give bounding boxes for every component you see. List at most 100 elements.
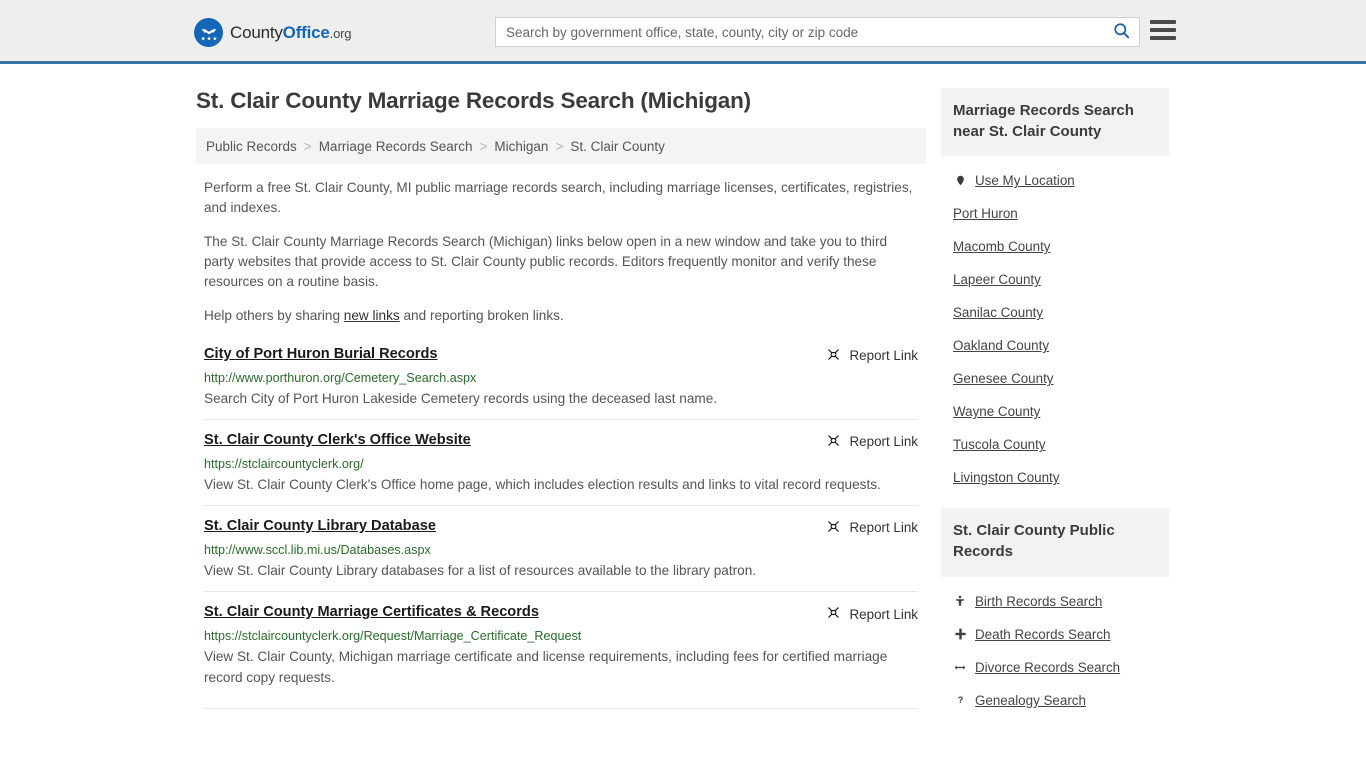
- breadcrumb-item-michigan[interactable]: Michigan: [494, 139, 548, 154]
- sidebar-item-divorce-records-search[interactable]: Divorce Records Search: [945, 651, 1165, 684]
- result-header: City of Port Huron Burial Records Re: [204, 346, 918, 365]
- search-icon: [1112, 21, 1131, 43]
- sidebar-item-death-records-search[interactable]: Death Records Search: [945, 618, 1165, 651]
- public-records-panel: St. Clair County Public Records Birth Re…: [941, 508, 1169, 716]
- logo-text-tld: .org: [330, 26, 352, 41]
- sidebar-item-genesee-county[interactable]: Genesee County: [945, 362, 1165, 395]
- breadcrumb-separator: >: [480, 139, 488, 154]
- breadcrumb: Public Records > Marriage Records Search…: [196, 128, 926, 164]
- result-item: St. Clair County Clerk's Office Website: [204, 419, 918, 505]
- report-link-label: Report Link: [850, 434, 918, 449]
- result-title-link[interactable]: St. Clair County Marriage Certificates &…: [204, 604, 539, 620]
- result-item: St. Clair County Library Database Re: [204, 505, 918, 591]
- result-description: View St. Clair County Clerk's Office hom…: [204, 474, 918, 495]
- breadcrumb-item-st-clair-county[interactable]: St. Clair County: [570, 139, 665, 154]
- sidebar-link-label[interactable]: Port Huron: [953, 206, 1018, 221]
- public-records-heading: St. Clair County Public Records: [941, 508, 1169, 576]
- sidebar-item-sanilac-county[interactable]: Sanilac County: [945, 296, 1165, 329]
- sidebar-link-label[interactable]: Sanilac County: [953, 305, 1043, 320]
- nearby-searches-list: Use My Location Port Huron Macomb County…: [941, 156, 1169, 494]
- sidebar-item-birth-records-search[interactable]: Birth Records Search: [945, 585, 1165, 618]
- sidebar-link-label[interactable]: Divorce Records Search: [975, 660, 1120, 675]
- result-url: https://stclaircountyclerk.org/: [204, 457, 918, 471]
- result-url: http://www.sccl.lib.mi.us/Databases.aspx: [204, 543, 918, 557]
- sidebar-item-lapeer-county[interactable]: Lapeer County: [945, 263, 1165, 296]
- sidebar-item-oakland-county[interactable]: Oakland County: [945, 329, 1165, 362]
- report-link-button[interactable]: Report Link: [826, 605, 918, 623]
- hamburger-bar: [1150, 36, 1176, 40]
- result-title-link[interactable]: City of Port Huron Burial Records: [204, 346, 438, 362]
- cross-icon: [953, 627, 967, 641]
- results-bottom-divider: [204, 708, 918, 709]
- broken-link-icon: [826, 519, 841, 537]
- question-mark-icon: ?: [953, 693, 967, 707]
- report-link-button[interactable]: Report Link: [826, 433, 918, 451]
- sidebar-link-label[interactable]: Macomb County: [953, 239, 1051, 254]
- broken-link-icon: [826, 347, 841, 365]
- result-header: St. Clair County Library Database Re: [204, 518, 918, 537]
- results-list: City of Port Huron Burial Records Re: [196, 342, 926, 709]
- search-button[interactable]: [1103, 18, 1139, 46]
- broken-link-icon: [826, 433, 841, 451]
- map-pin-icon: [953, 173, 967, 188]
- intro-paragraph-1: Perform a free St. Clair County, MI publ…: [196, 178, 926, 218]
- sidebar-link-label[interactable]: Use My Location: [975, 173, 1075, 188]
- sidebar-link-label[interactable]: Wayne County: [953, 404, 1040, 419]
- sidebar-item-wayne-county[interactable]: Wayne County: [945, 395, 1165, 428]
- result-header: St. Clair County Marriage Certificates &…: [204, 604, 918, 623]
- sidebar-item-genealogy-search[interactable]: ? Genealogy Search: [945, 684, 1165, 717]
- sidebar-link-label[interactable]: Oakland County: [953, 338, 1049, 353]
- result-header: St. Clair County Clerk's Office Website: [204, 432, 918, 451]
- breadcrumb-item-marriage-records-search[interactable]: Marriage Records Search: [319, 139, 473, 154]
- sidebar-item-port-huron[interactable]: Port Huron: [945, 197, 1165, 230]
- intro-paragraph-2: The St. Clair County Marriage Records Se…: [196, 232, 926, 292]
- logo-text-county: County: [230, 23, 283, 42]
- new-links-link[interactable]: new links: [344, 308, 400, 323]
- nearby-searches-panel: Marriage Records Search near St. Clair C…: [941, 88, 1169, 494]
- broken-link-icon: [826, 605, 841, 623]
- sidebar-item-livingston-county[interactable]: Livingston County: [945, 461, 1165, 494]
- sidebar-link-label[interactable]: Birth Records Search: [975, 594, 1102, 609]
- result-item: City of Port Huron Burial Records Re: [204, 342, 918, 419]
- breadcrumb-separator: >: [555, 139, 563, 154]
- nearby-searches-heading: Marriage Records Search near St. Clair C…: [941, 88, 1169, 156]
- sidebar-link-label[interactable]: Genealogy Search: [975, 693, 1086, 708]
- breadcrumb-item-public-records[interactable]: Public Records: [206, 139, 297, 154]
- result-title-link[interactable]: St. Clair County Clerk's Office Website: [204, 432, 471, 448]
- site-logo-text: CountyOffice.org: [230, 23, 351, 43]
- sidebar-link-label[interactable]: Lapeer County: [953, 272, 1041, 287]
- result-url: http://www.porthuron.org/Cemetery_Search…: [204, 371, 918, 385]
- hamburger-menu-icon[interactable]: [1150, 20, 1176, 40]
- report-link-button[interactable]: Report Link: [826, 519, 918, 537]
- sidebar-link-label[interactable]: Death Records Search: [975, 627, 1110, 642]
- sidebar-link-label[interactable]: Genesee County: [953, 371, 1054, 386]
- intro-p3-after: and reporting broken links.: [400, 308, 564, 323]
- svg-text:?: ?: [957, 695, 963, 705]
- report-link-button[interactable]: Report Link: [826, 347, 918, 365]
- sidebar-link-label[interactable]: Tuscola County: [953, 437, 1046, 452]
- sidebar-item-tuscola-county[interactable]: Tuscola County: [945, 428, 1165, 461]
- hamburger-bar: [1150, 20, 1176, 24]
- page-title: St. Clair County Marriage Records Search…: [196, 88, 926, 114]
- result-description: View St. Clair County, Michigan marriage…: [204, 646, 918, 688]
- public-records-list: Birth Records Search Death Records Searc…: [941, 577, 1169, 717]
- hamburger-bar: [1150, 28, 1176, 32]
- intro-paragraph-3: Help others by sharing new links and rep…: [196, 306, 926, 326]
- report-link-label: Report Link: [850, 520, 918, 535]
- site-logo[interactable]: CountyOffice.org: [194, 18, 351, 47]
- eagle-seal-icon: [194, 18, 223, 47]
- sidebar-link-label[interactable]: Livingston County: [953, 470, 1059, 485]
- result-url: https://stclaircountyclerk.org/Request/M…: [204, 629, 918, 643]
- search-input[interactable]: [496, 19, 1103, 45]
- report-link-label: Report Link: [850, 348, 918, 363]
- sidebar-item-use-my-location[interactable]: Use My Location: [945, 164, 1165, 197]
- intro-text: Perform a free St. Clair County, MI publ…: [196, 178, 926, 326]
- result-item: St. Clair County Marriage Certificates &…: [204, 591, 918, 698]
- sidebar-item-macomb-county[interactable]: Macomb County: [945, 230, 1165, 263]
- result-title-link[interactable]: St. Clair County Library Database: [204, 518, 436, 534]
- main-content: St. Clair County Marriage Records Search…: [196, 88, 926, 709]
- search-bar[interactable]: [495, 17, 1140, 47]
- intro-p3-before: Help others by sharing: [204, 308, 344, 323]
- report-link-label: Report Link: [850, 607, 918, 622]
- baby-icon: [953, 594, 967, 608]
